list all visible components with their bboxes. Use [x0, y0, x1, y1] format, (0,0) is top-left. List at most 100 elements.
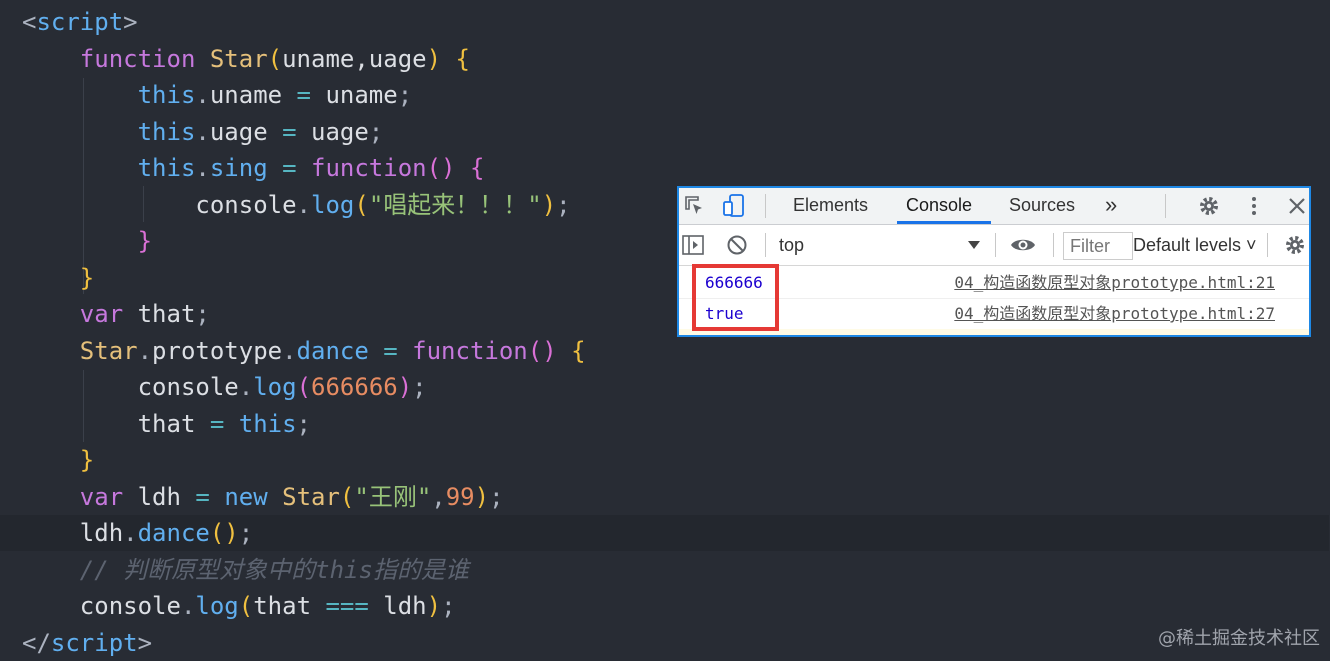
- code-token: (: [339, 482, 355, 511]
- code-token: .: [195, 117, 210, 146]
- code-token: >: [137, 628, 153, 657]
- close-icon[interactable]: [1285, 194, 1309, 218]
- code-token: var: [79, 482, 124, 511]
- log-levels-dropdown[interactable]: Default levels ˅: [1133, 233, 1261, 257]
- eye-icon[interactable]: [1009, 234, 1037, 256]
- code-token: log: [311, 190, 355, 219]
- sidebar-toggle-icon[interactable]: [681, 234, 705, 256]
- code-token: (: [296, 373, 312, 401]
- code-line: Star.prototype.dance = function() {: [0, 333, 1330, 369]
- code-token: 666666: [311, 373, 398, 401]
- code-token: console: [195, 190, 297, 219]
- filter-input[interactable]: Filter: [1063, 232, 1133, 260]
- device-toolbar-icon[interactable]: [721, 193, 747, 219]
- toolbar-divider: [1267, 233, 1268, 257]
- code-token: ): [426, 44, 442, 73]
- more-tabs-button[interactable]: »: [1105, 188, 1117, 224]
- tab-elements[interactable]: Elements: [793, 188, 868, 224]
- code-token: this: [137, 117, 196, 146]
- code-token: .: [123, 519, 138, 547]
- code-token: ): [474, 482, 490, 511]
- tab-console[interactable]: Console: [906, 188, 972, 224]
- console-settings-gear-icon[interactable]: [1283, 233, 1307, 257]
- code-token: (): [527, 336, 557, 365]
- code-token: console: [137, 373, 239, 401]
- code-token: ;: [195, 300, 210, 328]
- code-line: console.log(666666);: [0, 369, 1330, 405]
- gear-icon[interactable]: [1197, 194, 1221, 218]
- code-token: ;: [296, 409, 311, 438]
- code-line: function Star(uname,uage) {: [0, 41, 1330, 77]
- code-token: (: [354, 190, 369, 219]
- code-token: <: [22, 8, 37, 36]
- code-token: dance: [296, 336, 369, 365]
- code-token: uname: [325, 81, 398, 109]
- code-token: =: [267, 117, 311, 146]
- toolbar-divider: [765, 194, 766, 218]
- code-token: prototype: [152, 336, 283, 365]
- code-token: .: [195, 81, 210, 109]
- code-token: ): [426, 592, 442, 620]
- watermark: @稀土掘金技术社区: [1158, 628, 1320, 649]
- devtools-tabbar: Elements Console Sources »: [679, 188, 1309, 225]
- code-token: that: [253, 592, 312, 620]
- code-token: >: [123, 8, 138, 36]
- context-selector[interactable]: top: [779, 233, 804, 257]
- code-token: }: [79, 263, 95, 292]
- code-token: ,: [431, 482, 446, 511]
- console-source-link[interactable]: 04_构造函数原型对象prototype.html:27: [954, 303, 1275, 325]
- code-token: ;: [412, 373, 427, 401]
- code-token: script: [50, 628, 138, 657]
- code-token: uname,uage: [282, 44, 427, 73]
- code-token: uname: [209, 81, 283, 109]
- code-token: new: [224, 482, 268, 511]
- code-token: .: [180, 592, 196, 620]
- code-token: .: [137, 336, 153, 365]
- code-token: =: [368, 336, 413, 365]
- kebab-menu-icon[interactable]: [1242, 194, 1266, 218]
- console-toolbar: top Filter Default levels ˅: [679, 225, 1309, 266]
- code-token: uage: [311, 117, 369, 146]
- context-dropdown-icon[interactable]: [967, 238, 981, 252]
- code-token: =: [180, 482, 225, 511]
- code-token: function: [311, 154, 427, 182]
- code-token: console: [79, 592, 181, 620]
- console-source-link[interactable]: 04_构造函数原型对象prototype.html:21: [954, 272, 1275, 294]
- code-token: (: [267, 44, 283, 73]
- inspect-element-icon[interactable]: [683, 194, 707, 218]
- code-token: ===: [311, 592, 384, 620]
- code-token: =: [195, 409, 239, 438]
- code-token: ): [541, 190, 557, 219]
- code-token: ldh: [383, 592, 427, 620]
- tab-sources[interactable]: Sources: [1009, 188, 1075, 224]
- clear-console-icon[interactable]: [726, 234, 748, 256]
- code-token: }: [137, 227, 153, 255]
- code-token: function: [412, 336, 528, 365]
- code-token: {: [455, 44, 470, 73]
- code-token: .: [195, 154, 210, 182]
- code-line: // 判断原型对象中的this指的是谁: [0, 552, 1330, 588]
- toolbar-divider: [765, 233, 766, 257]
- code-line: var ldh = new Star("王刚",99);: [0, 479, 1330, 515]
- code-token: Star: [209, 44, 268, 73]
- code-line: this.sing = function() {: [0, 150, 1330, 186]
- code-line: </script>: [0, 625, 1330, 661]
- code-token: ;: [556, 190, 571, 219]
- code-line: <script>: [0, 4, 1330, 40]
- toolbar-divider: [1053, 233, 1054, 257]
- code-token: function: [79, 44, 196, 73]
